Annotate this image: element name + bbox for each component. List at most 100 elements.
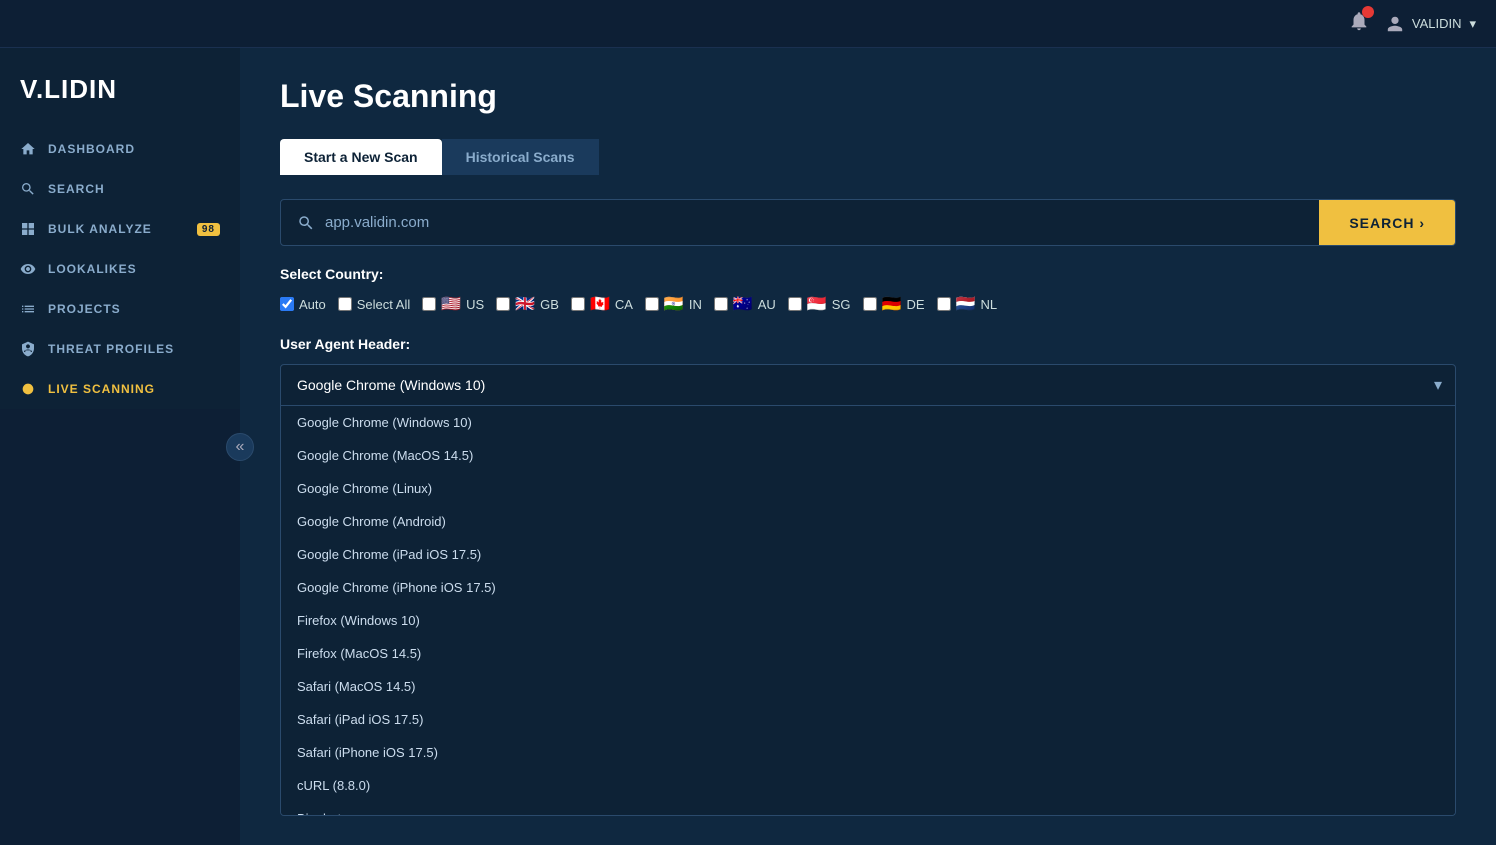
country-flag-in: 🇮🇳 — [664, 294, 684, 314]
search-icon — [20, 181, 36, 197]
country-flag-ca: 🇨🇦 — [590, 294, 610, 314]
ua-option-chrome-linux[interactable]: Google Chrome (Linux) — [281, 472, 1455, 505]
country-code-au: AU — [758, 297, 776, 312]
country-code-in: IN — [689, 297, 702, 312]
ua-option-firefox-macos[interactable]: Firefox (MacOS 14.5) — [281, 637, 1455, 670]
list-icon — [20, 301, 36, 317]
topbar: VALIDIN ▾ — [0, 0, 1496, 48]
sidebar-collapse-button[interactable]: « — [226, 433, 254, 461]
notifications-bell[interactable] — [1348, 10, 1370, 37]
country-section-label: Select Country: — [280, 266, 1456, 282]
country-item-sg[interactable]: 🇸🇬 SG — [788, 294, 851, 314]
search-bar-inner — [281, 200, 1319, 245]
ua-dropdown[interactable]: Google Chrome (Windows 10)Google Chrome … — [280, 406, 1456, 816]
home-icon — [20, 141, 36, 157]
layout: V.LIDIN DASHBOARD SEARCH BULK ANALYZE 98 — [0, 48, 1496, 845]
sidebar-item-live-scanning[interactable]: LIVE SCANNING — [0, 369, 240, 409]
username-label: VALIDIN — [1412, 16, 1462, 31]
search-input[interactable] — [325, 200, 1303, 245]
country-code-nl: NL — [980, 297, 997, 312]
tab-new-scan[interactable]: Start a New Scan — [280, 139, 442, 175]
ua-option-curl[interactable]: cURL (8.8.0) — [281, 769, 1455, 802]
ua-option-chrome-macos[interactable]: Google Chrome (MacOS 14.5) — [281, 439, 1455, 472]
country-checkbox-nl[interactable] — [937, 297, 951, 311]
sidebar-label-projects: PROJECTS — [48, 302, 121, 316]
sidebar-nav: DASHBOARD SEARCH BULK ANALYZE 98 LOOKALI… — [0, 129, 240, 409]
country-item-us[interactable]: 🇺🇸 US — [422, 294, 484, 314]
country-item-gb[interactable]: 🇬🇧 GB — [496, 294, 559, 314]
country-flag-sg: 🇸🇬 — [807, 294, 827, 314]
sidebar-wrap: V.LIDIN DASHBOARD SEARCH BULK ANALYZE 98 — [0, 48, 240, 845]
country-item-in[interactable]: 🇮🇳 IN — [645, 294, 702, 314]
ua-select[interactable]: Google Chrome (Windows 10)Google Chrome … — [280, 364, 1456, 406]
user-chevron: ▾ — [1469, 16, 1476, 32]
sidebar-item-bulk-analyze[interactable]: BULK ANALYZE 98 — [0, 209, 240, 249]
sidebar-label-lookalikes: LOOKALIKES — [48, 262, 137, 276]
sidebar-label-threat-profiles: THREAT PROFILES — [48, 342, 174, 356]
search-bar-icon — [297, 214, 315, 232]
country-code-select-all: Select All — [357, 297, 410, 312]
ua-option-chrome-win10[interactable]: Google Chrome (Windows 10) — [281, 406, 1455, 439]
country-checkbox-sg[interactable] — [788, 297, 802, 311]
ua-select-wrapper: Google Chrome (Windows 10)Google Chrome … — [280, 364, 1456, 406]
country-item-ca[interactable]: 🇨🇦 CA — [571, 294, 633, 314]
country-flag-de: 🇩🇪 — [882, 294, 902, 314]
country-flag-au: 🇦🇺 — [733, 294, 753, 314]
country-checkbox-auto[interactable] — [280, 297, 294, 311]
ua-option-chrome-ipad[interactable]: Google Chrome (iPad iOS 17.5) — [281, 538, 1455, 571]
sidebar-item-dashboard[interactable]: DASHBOARD — [0, 129, 240, 169]
country-code-us: US — [466, 297, 484, 312]
country-code-gb: GB — [540, 297, 559, 312]
country-checkbox-select-all[interactable] — [338, 297, 352, 311]
ua-option-safari-macos[interactable]: Safari (MacOS 14.5) — [281, 670, 1455, 703]
sidebar-label-live-scanning: LIVE SCANNING — [48, 382, 155, 396]
ua-option-firefox-win10[interactable]: Firefox (Windows 10) — [281, 604, 1455, 637]
tab-historical[interactable]: Historical Scans — [442, 139, 599, 175]
country-code-auto: Auto — [299, 297, 326, 312]
country-checkbox-au[interactable] — [714, 297, 728, 311]
ua-section-label: User Agent Header: — [280, 336, 1456, 352]
live-scanning-icon — [20, 381, 36, 397]
notification-badge — [1362, 6, 1374, 18]
country-item-de[interactable]: 🇩🇪 DE — [863, 294, 925, 314]
ua-option-safari-ipad[interactable]: Safari (iPad iOS 17.5) — [281, 703, 1455, 736]
ua-option-chrome-android[interactable]: Google Chrome (Android) — [281, 505, 1455, 538]
sidebar-item-search[interactable]: SEARCH — [0, 169, 240, 209]
eye-icon — [20, 261, 36, 277]
country-flag-gb: 🇬🇧 — [515, 294, 535, 314]
person-shield-icon — [20, 341, 36, 357]
country-checkbox-in[interactable] — [645, 297, 659, 311]
country-code-ca: CA — [615, 297, 633, 312]
country-row: Auto Select All 🇺🇸 US 🇬🇧 GB 🇨🇦 CA 🇮🇳 IN 🇦🇺 AU 🇸🇬 SG 🇩🇪… — [280, 294, 1456, 314]
tabs: Start a New Scan Historical Scans — [280, 139, 1456, 175]
sidebar-label-search: SEARCH — [48, 182, 105, 196]
country-checkbox-gb[interactable] — [496, 297, 510, 311]
page-title: Live Scanning — [280, 78, 1456, 115]
country-flag-us: 🇺🇸 — [441, 294, 461, 314]
sidebar-label-bulk-analyze: BULK ANALYZE — [48, 222, 152, 236]
country-item-select-all[interactable]: Select All — [338, 297, 410, 312]
country-item-nl[interactable]: 🇳🇱 NL — [937, 294, 998, 314]
ua-option-chrome-iphone[interactable]: Google Chrome (iPhone iOS 17.5) — [281, 571, 1455, 604]
main-content: Live Scanning Start a New Scan Historica… — [240, 48, 1496, 845]
logo: V.LIDIN — [0, 58, 240, 129]
sidebar-item-projects[interactable]: PROJECTS — [0, 289, 240, 329]
country-code-de: DE — [906, 297, 924, 312]
country-checkbox-ca[interactable] — [571, 297, 585, 311]
search-button[interactable]: SEARCH › — [1319, 200, 1455, 245]
sidebar: V.LIDIN DASHBOARD SEARCH BULK ANALYZE 98 — [0, 48, 240, 409]
country-checkbox-us[interactable] — [422, 297, 436, 311]
country-item-auto[interactable]: Auto — [280, 297, 326, 312]
country-checkbox-de[interactable] — [863, 297, 877, 311]
sidebar-label-dashboard: DASHBOARD — [48, 142, 135, 156]
ua-option-bingbot[interactable]: Bingbot — [281, 802, 1455, 816]
ua-option-safari-iphone[interactable]: Safari (iPhone iOS 17.5) — [281, 736, 1455, 769]
grid-icon — [20, 221, 36, 237]
search-bar: SEARCH › — [280, 199, 1456, 246]
country-flag-nl: 🇳🇱 — [956, 294, 976, 314]
sidebar-item-threat-profiles[interactable]: THREAT PROFILES — [0, 329, 240, 369]
sidebar-item-lookalikes[interactable]: LOOKALIKES — [0, 249, 240, 289]
user-menu[interactable]: VALIDIN ▾ — [1386, 15, 1476, 33]
country-item-au[interactable]: 🇦🇺 AU — [714, 294, 776, 314]
country-code-sg: SG — [832, 297, 851, 312]
